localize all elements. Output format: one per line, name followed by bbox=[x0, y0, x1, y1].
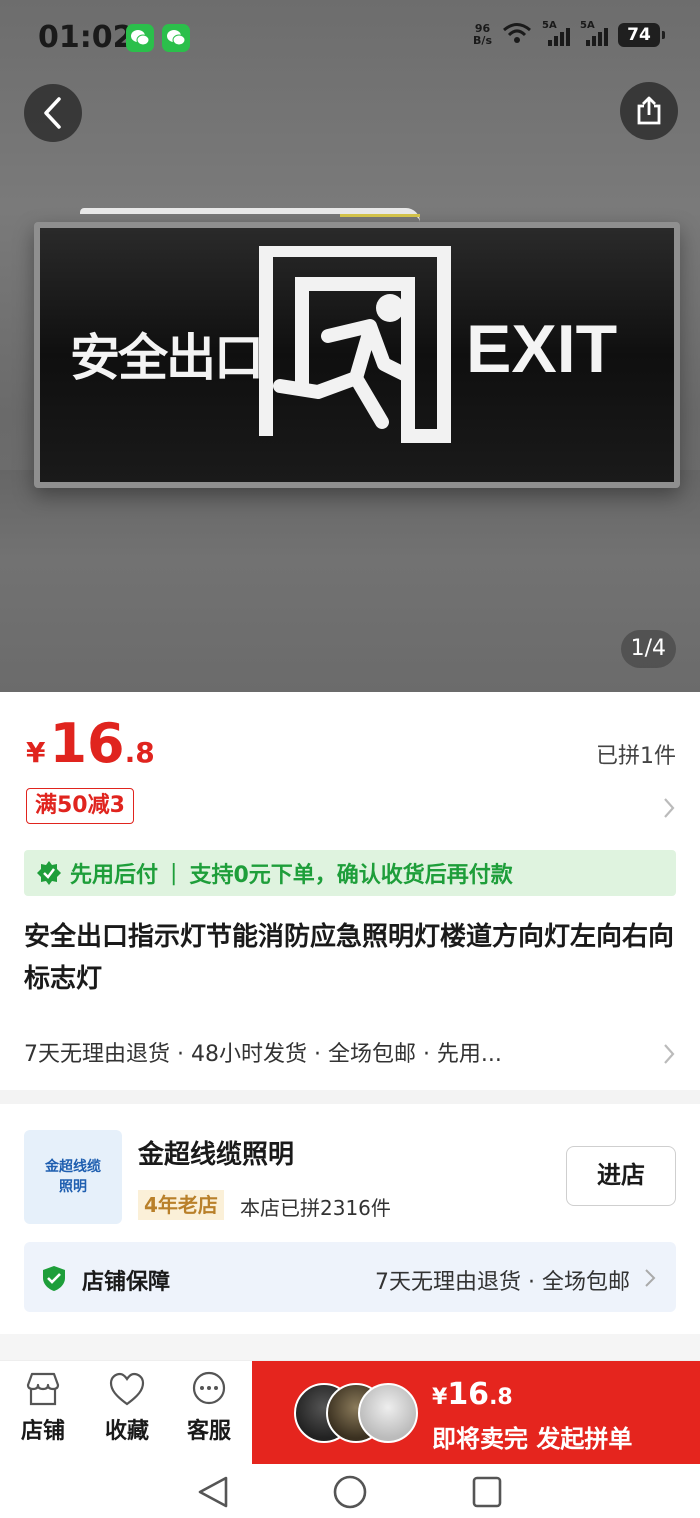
pay-later-divider: | bbox=[170, 860, 178, 886]
guarantee-label: 店铺保障 bbox=[82, 1270, 171, 1295]
back-button[interactable] bbox=[24, 84, 82, 142]
bottom-action-bar: 店铺 收藏 客服 ¥16.8 即将卖完 发起拼单 bbox=[0, 1360, 700, 1465]
coupon-badge[interactable]: 满50减3 bbox=[26, 788, 134, 824]
nav-recents-button[interactable] bbox=[470, 1474, 504, 1514]
signal-icon: 5A bbox=[542, 20, 570, 46]
buy-price: ¥16.8 bbox=[432, 1377, 513, 1412]
section-divider bbox=[0, 1090, 700, 1104]
pay-later-icon bbox=[36, 860, 62, 886]
status-indicators: 96 B/s 5A 5A 74 bbox=[473, 20, 665, 48]
sold-count: 已拼1件 bbox=[596, 744, 676, 769]
battery-indicator: 74 bbox=[618, 23, 665, 47]
background-wall bbox=[0, 470, 700, 692]
share-icon bbox=[637, 96, 661, 125]
price: ¥ 16 .8 bbox=[26, 712, 155, 775]
sign-text-en: EXIT bbox=[466, 311, 618, 387]
group-buy-button[interactable]: ¥16.8 即将卖完 发起拼单 bbox=[252, 1361, 700, 1465]
chevron-right-icon[interactable] bbox=[662, 796, 676, 824]
price-integer: 16 bbox=[49, 712, 125, 775]
heart-icon bbox=[109, 1372, 145, 1406]
shop-guarantee[interactable]: 店铺保障 7天无理由退货 · 全场包邮 bbox=[24, 1242, 676, 1312]
pay-later-banner[interactable]: 先用后付 | 支持0元下单，确认收货后再付款 bbox=[24, 850, 676, 896]
network-speed: 96 B/s bbox=[473, 22, 492, 47]
shop-sold-count: 本店已拼2316件 bbox=[240, 1196, 391, 1220]
shop-name[interactable]: 金超线缆照明 bbox=[138, 1134, 294, 1171]
chevron-left-icon bbox=[44, 97, 61, 129]
signal-icon: 5A bbox=[580, 20, 608, 46]
tab-store[interactable]: 店铺 bbox=[8, 1371, 78, 1445]
shop-logo[interactable]: 金超线缆 照明 bbox=[24, 1130, 122, 1224]
wifi-icon bbox=[502, 22, 532, 48]
wechat-notification-icon bbox=[126, 24, 154, 52]
image-pager: 1/4 bbox=[620, 630, 676, 668]
shop-age-badge: 4年老店 bbox=[138, 1190, 224, 1220]
status-bar: 01:02 96 B/s 5A 5A 74 bbox=[0, 0, 700, 78]
pay-later-label: 先用后付 bbox=[70, 863, 159, 888]
product-image-carousel[interactable]: 01:02 96 B/s 5A 5A 74 安全出口 EXIT 1/4 bbox=[0, 0, 700, 692]
section-divider bbox=[0, 1334, 700, 1360]
chevron-right-icon[interactable] bbox=[662, 1042, 676, 1070]
running-man-icon bbox=[258, 243, 454, 446]
product-detail-page: 01:02 96 B/s 5A 5A 74 安全出口 EXIT 1/4 ¥ 16… bbox=[0, 0, 700, 1518]
sign-text-cn: 安全出口 bbox=[70, 329, 264, 387]
circle-home-icon bbox=[333, 1475, 367, 1509]
service-tags[interactable]: 7天无理由退货 · 48小时发货 · 全场包邮 · 先用... bbox=[24, 1036, 644, 1068]
price-decimal: .8 bbox=[124, 736, 155, 769]
shield-check-icon bbox=[40, 1264, 68, 1296]
guarantee-detail: 7天无理由退货 · 全场包邮 bbox=[375, 1270, 630, 1295]
sign-wire bbox=[340, 214, 420, 222]
system-navigation-bar bbox=[0, 1464, 700, 1518]
nav-back-button[interactable] bbox=[196, 1474, 230, 1514]
enter-shop-button[interactable]: 进店 bbox=[566, 1146, 676, 1206]
tab-customer-service[interactable]: 客服 bbox=[174, 1371, 244, 1445]
share-button[interactable] bbox=[620, 82, 678, 140]
avatar bbox=[358, 1383, 418, 1443]
nav-home-button[interactable] bbox=[332, 1474, 368, 1514]
tab-favorite[interactable]: 收藏 bbox=[92, 1371, 162, 1445]
triangle-back-icon bbox=[198, 1476, 228, 1508]
chat-icon bbox=[192, 1371, 226, 1405]
product-title: 安全出口指示灯节能消防应急照明灯楼道方向灯左向右向标志灯 bbox=[24, 922, 675, 994]
store-icon bbox=[26, 1372, 60, 1406]
exit-sign-product: 安全出口 EXIT bbox=[34, 208, 680, 488]
status-time: 01:02 bbox=[38, 20, 134, 55]
price-symbol: ¥ bbox=[26, 736, 46, 769]
buy-label: 即将卖完 发起拼单 bbox=[432, 1425, 633, 1453]
chevron-right-icon bbox=[644, 1268, 656, 1292]
pay-later-detail: 支持0元下单，确认收货后再付款 bbox=[189, 863, 513, 888]
wechat-notification-icon bbox=[162, 24, 190, 52]
square-recents-icon bbox=[472, 1476, 502, 1508]
buyer-avatars bbox=[294, 1383, 418, 1443]
